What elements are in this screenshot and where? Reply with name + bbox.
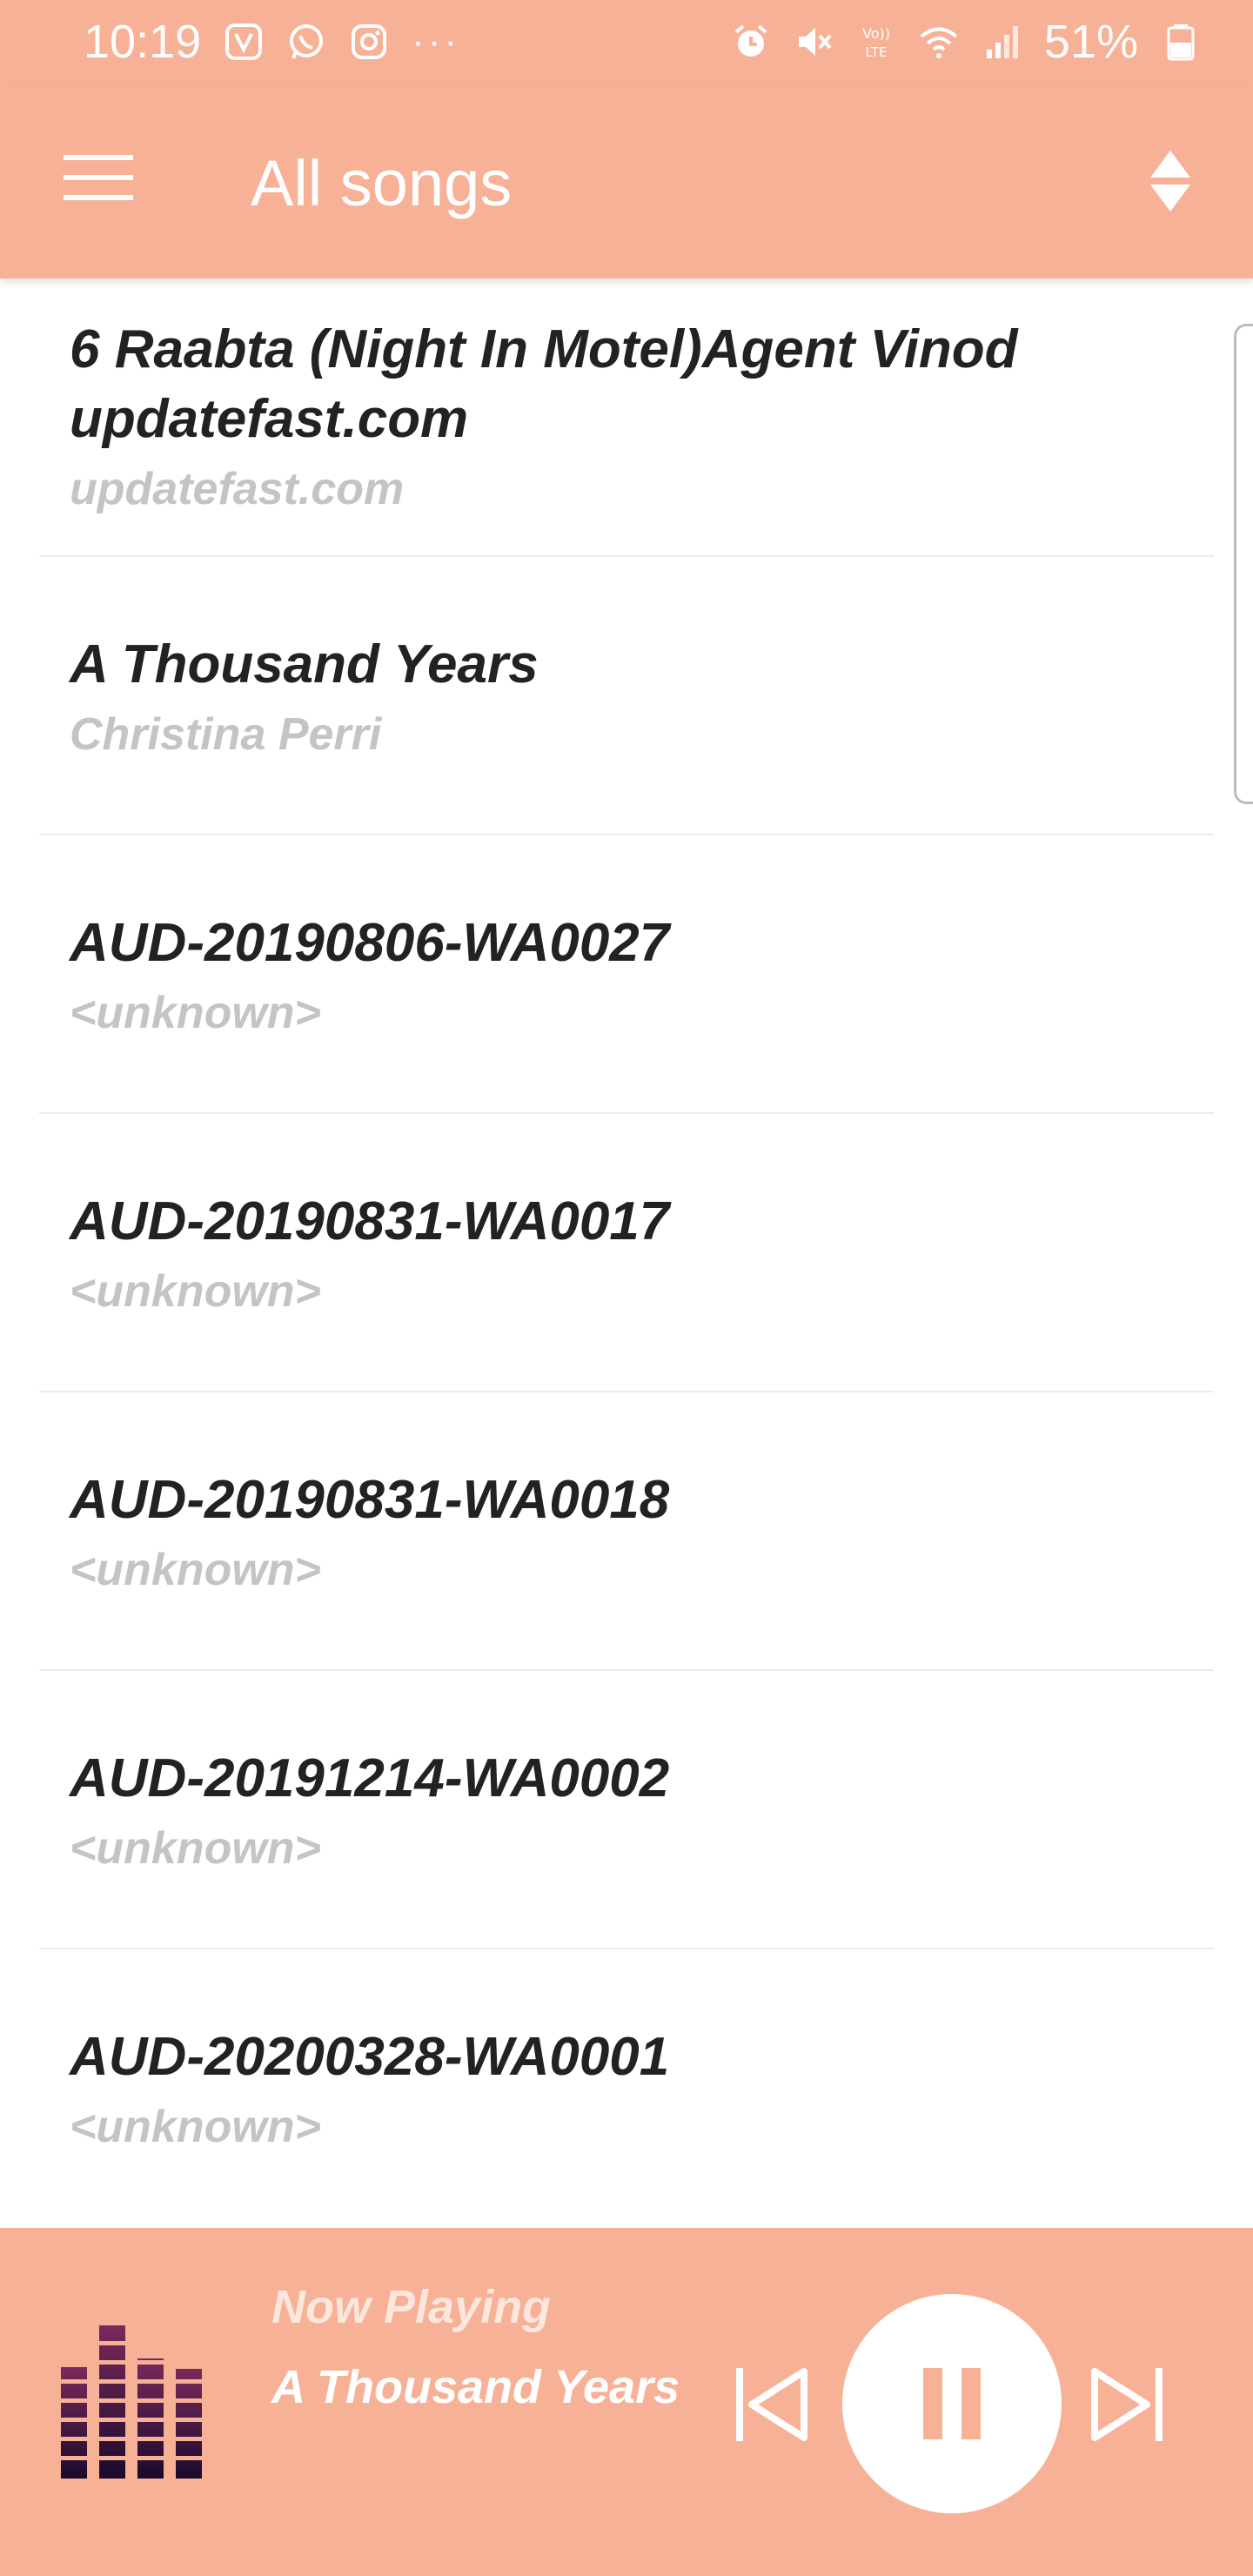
previous-icon <box>736 2368 807 2441</box>
jiosaavn-icon <box>224 22 264 62</box>
song-title: AUD-20190831-WA0018 <box>70 1470 670 1530</box>
song-list-item[interactable]: 6 Raabta (Night In Motel)Agent Vinod upd… <box>39 278 1214 557</box>
next-icon <box>1091 2368 1163 2441</box>
status-right: Vo)) LTE 51% <box>731 15 1201 69</box>
signal-icon <box>982 22 1022 62</box>
song-list-item[interactable]: AUD-20190831-WA0018 <unknown> <box>39 1392 1214 1671</box>
song-list[interactable]: 6 Raabta (Night In Motel)Agent Vinod upd… <box>0 278 1253 2228</box>
song-list-item[interactable]: A Thousand Years Christina Perri <box>39 557 1214 835</box>
instagram-icon <box>349 22 389 62</box>
song-artist: <unknown> <box>70 988 321 1038</box>
battery-icon <box>1161 22 1201 62</box>
menu-button[interactable] <box>50 136 146 219</box>
wifi-icon <box>919 22 959 62</box>
previous-button[interactable] <box>727 2357 814 2452</box>
hamburger-menu-icon <box>64 155 133 200</box>
sort-button[interactable] <box>1122 138 1218 225</box>
song-artist: <unknown> <box>70 1266 321 1317</box>
mute-icon <box>794 22 834 62</box>
svg-text:Vo)): Vo)) <box>862 25 890 42</box>
song-title: AUD-20191214-WA0002 <box>70 1748 670 1808</box>
song-artist: <unknown> <box>70 2102 321 2152</box>
volte-icon: Vo)) LTE <box>856 22 896 62</box>
scrollbar[interactable] <box>1234 324 1253 804</box>
song-artist: <unknown> <box>70 1823 321 1874</box>
next-button[interactable] <box>1084 2357 1171 2452</box>
alarm-icon <box>731 22 771 62</box>
song-artist: Christina Perri <box>70 709 382 760</box>
page-title: All songs <box>251 147 513 219</box>
pause-button[interactable] <box>842 2294 1062 2513</box>
song-title: 6 Raabta (Night In Motel)Agent Vinod upd… <box>70 319 1018 449</box>
song-list-item[interactable]: AUD-20190806-WA0027 <unknown> <box>39 835 1214 1114</box>
battery-level: 51% <box>1043 16 1138 68</box>
song-list-item[interactable]: AUD-20200328-WA0001 <unknown> <box>39 1949 1214 2228</box>
now-playing-song-title: A Thousand Years <box>271 2361 680 2413</box>
song-artist: updatefast.com <box>70 464 405 514</box>
pause-icon <box>923 2368 981 2439</box>
song-list-item[interactable]: AUD-20191214-WA0002 <unknown> <box>39 1671 1214 1949</box>
status-time: 10:19 <box>84 16 202 68</box>
song-title: AUD-20190806-WA0027 <box>70 913 670 973</box>
song-title: AUD-20190831-WA0017 <box>70 1191 670 1251</box>
song-artist: <unknown> <box>70 1545 321 1595</box>
whatsapp-icon <box>286 22 326 62</box>
song-title: AUD-20200328-WA0001 <box>70 2027 670 2087</box>
status-left: 10:19 ··· <box>84 15 460 69</box>
sort-icon <box>1150 151 1190 211</box>
now-playing-bar[interactable]: Now Playing A Thousand Years <box>0 2228 1253 2576</box>
now-playing-label: Now Playing <box>271 2281 552 2333</box>
status-bar: 10:19 ··· Vo)) LTE 51% <box>0 0 1253 84</box>
equalizer-icon <box>59 2325 205 2479</box>
svg-text:LTE: LTE <box>865 44 887 60</box>
song-title: A Thousand Years <box>70 634 539 694</box>
song-list-item[interactable]: AUD-20190831-WA0017 <unknown> <box>39 1114 1214 1392</box>
app-bar: All songs <box>0 84 1253 278</box>
more-notifications: ··· <box>412 20 461 63</box>
